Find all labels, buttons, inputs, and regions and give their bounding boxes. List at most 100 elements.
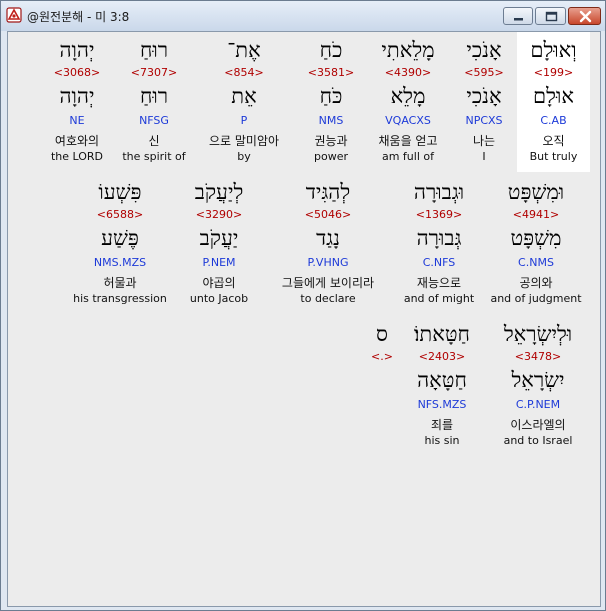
strong-number[interactable]: <5046> [262, 208, 394, 221]
grammar-code: NFS.MZS [417, 398, 467, 411]
grammar-code: NMS.MZS [93, 256, 147, 269]
english-gloss: power [314, 150, 348, 163]
korean-gloss: 허물과 [103, 276, 137, 290]
english-gloss: the LORD [50, 150, 104, 163]
grammar-code: P.VHNG [307, 256, 349, 269]
grammar-code: C.AB [540, 114, 567, 127]
english-gloss: his sin [424, 434, 460, 447]
word-cell-1-3[interactable]: מָלֵאתִי <4390> מָלֵא VQACXS 채움을 얻고 am f… [368, 32, 448, 172]
app-window: @원전분해 - 미 3:8 וְאוּלָם <199> אוּלָם C.AB… [0, 0, 606, 611]
word-cell-1-5[interactable]: אֶת־ <854> אֵת P 으로 말미암아 by [192, 32, 296, 172]
maximize-button[interactable] [535, 7, 566, 25]
hebrew-lemma: אֵת [231, 84, 257, 108]
word-cell-1-6[interactable]: רוּחַ <7307> רוּחַ NFSG 신 the spirit of [114, 32, 194, 172]
word-cell-1-7[interactable]: יְהוָה <3068> יְהוָה NE 여호와의 the LORD [38, 32, 116, 172]
hebrew-word: כֹחַ [319, 38, 343, 62]
korean-gloss: 채움을 얻고 [378, 134, 438, 148]
korean-gloss: 야곱의 [202, 276, 236, 290]
grammar-code: NFSG [139, 114, 169, 127]
window-title: @원전분해 - 미 3:8 [27, 10, 130, 24]
word-cell-3-3[interactable]: ס <.> [364, 316, 400, 456]
english-gloss: unto Jacob [189, 292, 249, 305]
hebrew-word: אָנֹכִי [466, 38, 502, 62]
hebrew-word: וְאוּלָם [530, 38, 577, 62]
analysis-panel: וְאוּלָם <199> אוּלָם C.AB 오직 But truly … [7, 31, 601, 607]
hebrew-lemma: פֶּשַׁע [101, 226, 139, 250]
strong-number[interactable]: <3290> [176, 208, 262, 221]
strong-number[interactable]: <6588> [64, 208, 176, 221]
grammar-code: C.NMS [518, 256, 554, 269]
word-cell-3-1[interactable]: וּלְיִשְׂרָאֵל <3478> יִשְׂרָאֵל C.P.NEM… [486, 316, 590, 456]
strong-number[interactable]: <2403> [400, 350, 484, 363]
hebrew-lemma: יַעֲקֹב [199, 226, 239, 250]
grammar-code: C.P.NEM [515, 398, 561, 411]
hebrew-lemma: אָנֹכִי [466, 84, 502, 108]
word-cell-2-2[interactable]: וּגְבוּרָה <1369> גְּבוּרָה C.NFS 재능으로 a… [398, 174, 480, 314]
grammar-code: P.NEM [202, 256, 236, 269]
korean-gloss: 권능과 [314, 134, 348, 148]
hebrew-word: חַטָּאתוֹ׃ [414, 322, 470, 346]
strong-number[interactable]: <3068> [38, 66, 116, 79]
grammar-code: C.NFS [422, 256, 456, 269]
word-cell-1-2[interactable]: אָנֹכִי <595> אָנֹכִי NPCXS 나는 I [448, 32, 520, 172]
english-gloss: the spirit of [122, 150, 186, 163]
strong-number[interactable]: <4941> [484, 208, 588, 221]
korean-gloss: 나는 [472, 134, 496, 148]
hebrew-lemma: חַטָּאָה [417, 368, 467, 392]
strong-number[interactable]: <3581> [298, 66, 364, 79]
hebrew-lemma: גְּבוּרָה [416, 226, 462, 250]
word-cell-3-2[interactable]: חַטָּאתוֹ׃ <2403> חַטָּאָה NFS.MZS 죄를 hi… [400, 316, 484, 456]
strong-number[interactable]: <595> [448, 66, 520, 79]
english-gloss: I [482, 150, 486, 163]
hebrew-lemma: מִשְׁפָּט [510, 226, 562, 250]
grammar-code: VQACXS [385, 114, 431, 127]
hebrew-lemma: מָלֵא [390, 84, 426, 108]
word-cell-1-1[interactable]: וְאוּלָם <199> אוּלָם C.AB 오직 But truly [517, 32, 590, 172]
hebrew-word: לְיַעֲקֹב [194, 180, 244, 204]
english-gloss: and of might [403, 292, 475, 305]
korean-gloss: 으로 말미암아 [208, 134, 280, 148]
grammar-code: NMS [318, 114, 344, 127]
hebrew-word: פִּשְׁעוֹ [98, 180, 142, 204]
hebrew-lemma: יְהוָה [59, 84, 95, 108]
title-bar[interactable]: @원전분해 - 미 3:8 [1, 1, 605, 31]
word-cell-1-4[interactable]: כֹחַ <3581> כֹּחַ NMS 권능과 power [298, 32, 364, 172]
strong-number[interactable]: <3478> [486, 350, 590, 363]
strong-number[interactable]: <.> [364, 350, 400, 363]
word-cell-2-3[interactable]: לְהַגִּיד <5046> נָגַד P.VHNG 그들에게 보이리라 … [262, 174, 394, 314]
english-gloss: am full of [381, 150, 434, 163]
strong-number[interactable]: <854> [192, 66, 296, 79]
strong-number[interactable]: <4390> [368, 66, 448, 79]
close-button[interactable] [568, 7, 601, 25]
strong-number[interactable]: <7307> [114, 66, 194, 79]
hebrew-lemma: כֹּחַ [319, 84, 343, 108]
hebrew-word: יְהוָה [59, 38, 95, 62]
english-gloss: his transgression [73, 292, 167, 305]
hebrew-word: וּגְבוּרָה [413, 180, 465, 204]
strong-number[interactable]: <1369> [398, 208, 480, 221]
word-cell-2-4[interactable]: לְיַעֲקֹב <3290> יַעֲקֹב P.NEM 야곱의 unto … [176, 174, 262, 314]
word-cell-2-5[interactable]: פִּשְׁעוֹ <6588> פֶּשַׁע NMS.MZS 허물과 his… [64, 174, 176, 314]
korean-gloss: 그들에게 보이리라 [281, 276, 375, 290]
hebrew-word: אֶת־ [227, 38, 261, 62]
word-cell-2-1[interactable]: וּמִשְׁפָּט <4941> מִשְׁפָּט C.NMS 공의와 a… [484, 174, 588, 314]
english-gloss: and to Israel [503, 434, 573, 447]
hebrew-lemma: רוּחַ [139, 84, 169, 108]
english-gloss: to declare [300, 292, 356, 305]
hebrew-word: וּמִשְׁפָּט [507, 180, 565, 204]
minimize-button[interactable] [503, 7, 533, 25]
grammar-code: NE [69, 114, 85, 127]
korean-gloss: 죄를 [430, 418, 454, 432]
strong-number[interactable]: <199> [517, 66, 590, 79]
korean-gloss: 여호와의 [54, 134, 100, 148]
grammar-code: P [240, 114, 248, 127]
app-logo-icon [6, 7, 22, 23]
hebrew-word: מָלֵאתִי [381, 38, 435, 62]
hebrew-lemma: אוּלָם [533, 84, 574, 108]
korean-gloss: 오직 [542, 134, 565, 148]
hebrew-lemma: יִשְׂרָאֵל [511, 368, 565, 392]
grammar-code: NPCXS [465, 114, 503, 127]
korean-gloss: 신 [148, 134, 160, 148]
korean-gloss: 재능으로 [416, 276, 462, 290]
hebrew-word: רוּחַ [139, 38, 169, 62]
